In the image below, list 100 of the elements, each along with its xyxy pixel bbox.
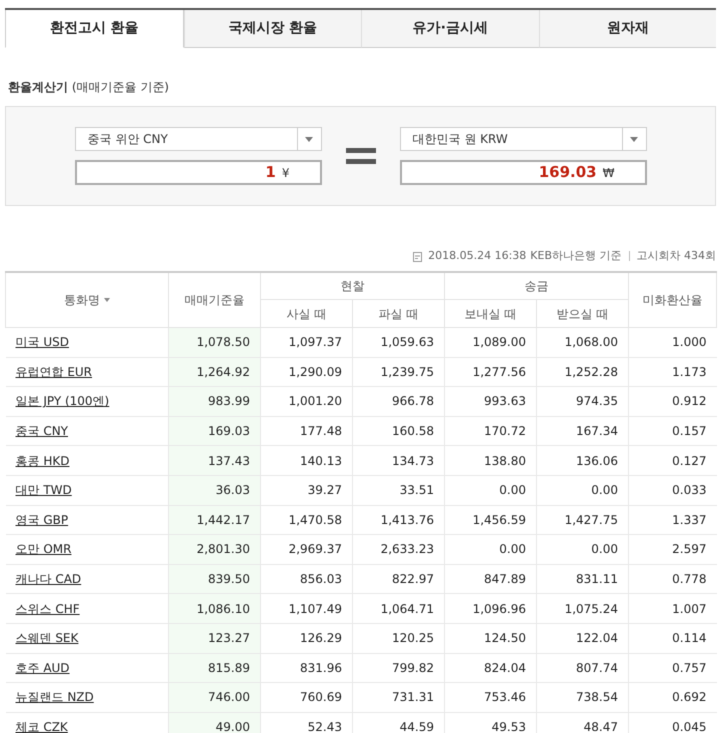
table-cell: 52.43 [260,712,352,733]
round-text: 고시회차 434회 [636,248,716,264]
sort-icon[interactable] [104,298,110,302]
table-cell: 1.337 [628,505,716,535]
currency-link[interactable]: 유럽연합 EUR [16,364,92,379]
table-cell: 1,290.09 [260,357,352,387]
table-cell: 1,413.76 [352,505,444,535]
amount-value: 169.03 [538,162,597,184]
table-cell: 1,252.28 [536,357,628,387]
table-cell: 1,078.50 [168,328,260,358]
table-cell: 1,239.75 [352,357,444,387]
table-cell: 0.00 [536,534,628,564]
column-header: 사실 때 [260,300,352,328]
currency-link[interactable]: 미국 USD [16,335,69,350]
tab[interactable]: 국제시장 환율 [184,10,361,48]
tab[interactable]: 환전고시 환율 [5,10,184,48]
column-header: 파실 때 [352,300,444,328]
table-cell: 753.46 [444,682,536,712]
equals-icon [346,146,376,166]
currency-link[interactable]: 중국 CNY [16,424,68,438]
table-cell: 1,264.92 [168,357,260,387]
table-cell: 120.25 [352,623,444,654]
column-header: 현찰 [260,272,444,300]
column-header: 보내실 때 [444,300,536,328]
table-cell: 1,001.20 [260,386,352,416]
table-cell: 49.53 [444,712,536,733]
currency-link[interactable]: 오만 OMR [16,542,72,556]
table-cell: 49.00 [168,712,260,733]
table-cell: 799.82 [352,653,444,683]
table-cell: 122.04 [536,623,628,654]
column-header: 받으실 때 [536,300,628,328]
table-cell: 0.00 [444,475,536,506]
table-cell: 0.757 [628,653,716,683]
table-cell: 0.157 [628,416,716,446]
table-cell: 169.03 [168,416,260,446]
table-cell: 760.69 [260,682,352,712]
table-cell: 0.114 [628,623,716,654]
currency-link[interactable]: 스위스 CHF [16,602,80,616]
table-cell: 0.778 [628,564,716,594]
table-cell: 0.033 [628,475,716,506]
table-cell: 1,089.00 [444,328,536,358]
table-cell: 1.173 [628,357,716,387]
currency-link[interactable]: 뉴질랜드 NZD [16,690,94,704]
currency-link[interactable]: 체코 CZK [16,720,68,733]
table-cell: 177.48 [260,416,352,446]
caret-icon [305,136,313,142]
table-cell: 44.59 [352,712,444,733]
table-cell: 1,456.59 [444,505,536,535]
table-cell: 39.27 [260,475,352,506]
table-cell: 36.03 [168,475,260,506]
table-cell: 160.58 [352,416,444,446]
table-cell: 815.89 [168,653,260,683]
currency-link[interactable]: 대만 TWD [16,483,72,498]
table-cell: 2,969.37 [260,534,352,564]
column-header: 송금 [444,272,628,300]
currency-symbol: ₩ [602,164,614,182]
table-cell: 1,107.49 [260,594,352,624]
tab[interactable]: 원자재 [538,10,716,48]
table-cell: 1.007 [628,594,716,624]
table-cell: 167.34 [536,416,628,446]
table-cell: 831.96 [260,653,352,683]
table-cell: 738.54 [536,682,628,712]
currency-dropdown[interactable]: 중국 위안 CNY [74,127,322,151]
table-cell: 1,442.17 [168,505,260,535]
currency-dropdown[interactable]: 대한민국 원 KRW [400,127,646,151]
tab[interactable]: 유가·금시세 [361,10,538,48]
amount-field[interactable]: 1 ¥ [74,160,322,185]
date-text: 2018.05.24 16:38 [428,248,526,264]
currency-link[interactable]: 홍콩 HKD [16,454,70,468]
currency-link[interactable]: 일본 JPY (100엔) [16,394,110,408]
table-cell: 1,470.58 [260,505,352,535]
table-cell: 2.597 [628,534,716,564]
currency-link[interactable]: 호주 AUD [16,660,70,675]
table-cell: 1,064.71 [352,594,444,624]
table-cell: 138.80 [444,446,536,476]
table-cell: 807.74 [536,653,628,683]
column-header[interactable]: 통화명 [6,272,168,328]
table-cell: 856.03 [260,564,352,594]
amount-value: 1 [265,162,276,184]
currency-symbol: ¥ [282,164,290,182]
table-cell: 1,427.75 [536,505,628,535]
table-cell: 1.000 [628,328,716,358]
column-header: 미화환산율 [628,272,716,328]
table-cell: 140.13 [260,446,352,476]
table-cell: 847.89 [444,564,536,594]
table-cell: 1,096.96 [444,594,536,624]
table-cell: 839.50 [168,564,260,594]
table-cell: 2,633.23 [352,534,444,564]
table-cell: 134.73 [352,446,444,476]
currency-link[interactable]: 캐나다 CAD [16,572,82,586]
table-cell: 126.29 [260,623,352,654]
currency-link[interactable]: 영국 GBP [16,512,68,527]
currency-link[interactable]: 스웨덴 SEK [16,631,78,646]
table-cell: 0.692 [628,682,716,712]
table-cell: 993.63 [444,386,536,416]
table-cell: 824.04 [444,653,536,683]
table-cell: 966.78 [352,386,444,416]
amount-field[interactable]: 169.03 ₩ [400,160,646,185]
table-cell: 2,801.30 [168,534,260,564]
table-cell: 1,059.63 [352,328,444,358]
